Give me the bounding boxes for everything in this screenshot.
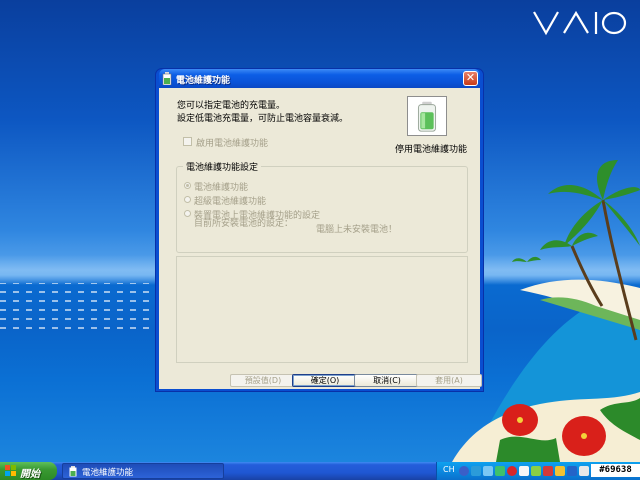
update-icon[interactable]	[519, 466, 529, 476]
enable-battery-care-checkbox[interactable]	[183, 137, 192, 146]
group-title: 電池維護功能設定	[183, 160, 262, 173]
bluetooth-icon[interactable]	[531, 466, 541, 476]
image-id-badge: #69638	[591, 464, 640, 477]
display-icon[interactable]	[555, 466, 565, 476]
ok-button[interactable]: 確定(O)	[292, 374, 358, 387]
windows-flag-icon	[5, 465, 16, 476]
apply-button[interactable]: 套用(A)	[416, 374, 482, 387]
taskbar-item-battery-care[interactable]: 電池維護功能	[62, 463, 224, 479]
start-button[interactable]: 開始	[0, 462, 57, 480]
disable-battery-care-caption: 停用電池維護功能	[395, 145, 468, 155]
window-title: 電池維護功能	[176, 76, 231, 86]
taskbar-item-label: 電池維護功能	[82, 468, 134, 478]
titlebar[interactable]: 電池維護功能 ✕	[159, 69, 480, 88]
printer-icon[interactable]	[567, 466, 577, 476]
language-indicator[interactable]: CH	[443, 465, 455, 474]
radio-super-battery-care-label: 超級電池維護功能	[194, 197, 267, 207]
no-battery-status: 電腦上未安裝電池！	[316, 225, 398, 235]
radio-super-battery-care[interactable]	[184, 196, 191, 203]
description-line-1: 您可以指定電池的充電量。	[177, 101, 286, 111]
power-icon[interactable]	[579, 466, 589, 476]
battery-icon[interactable]	[543, 466, 553, 476]
radio-installed-battery[interactable]	[184, 210, 191, 217]
description-line-2: 設定低電池充電量，可防止電池容量衰減。	[177, 114, 349, 124]
close-button[interactable]: ✕	[463, 71, 478, 86]
info-panel	[176, 256, 468, 363]
battery-app-icon	[69, 466, 77, 477]
radio-battery-care[interactable]	[184, 182, 191, 189]
dialog-client-area: 您可以指定電池的充電量。 設定低電池充電量，可防止電池容量衰減。 停用電池維護功…	[159, 88, 482, 389]
battery-app-icon	[162, 72, 172, 85]
radio-battery-care-label: 電池維護功能	[194, 183, 249, 193]
battery-care-dialog: 電池維護功能 ✕ 您可以指定電池的充電量。 設定低電池充電量，可防止電池容量衰減…	[155, 68, 484, 392]
taskbar: 開始 電池維護功能 CH	[0, 462, 640, 480]
default-button[interactable]: 預設值(D)	[230, 374, 296, 387]
cancel-button[interactable]: 取消(C)	[354, 374, 420, 387]
help-icon[interactable]	[459, 466, 469, 476]
wireless-icon[interactable]	[495, 466, 505, 476]
radio-installed-battery-label-2: 目前所安裝電池的設定：	[194, 219, 294, 229]
network-icon[interactable]	[471, 466, 481, 476]
battery-care-icon	[417, 101, 437, 132]
battery-care-icon-box	[407, 96, 447, 136]
close-icon: ✕	[465, 71, 476, 84]
enable-battery-care-label: 啟用電池維護功能	[196, 139, 269, 149]
start-label: 開始	[20, 469, 40, 480]
volume-icon[interactable]	[483, 466, 493, 476]
security-icon[interactable]	[507, 466, 517, 476]
